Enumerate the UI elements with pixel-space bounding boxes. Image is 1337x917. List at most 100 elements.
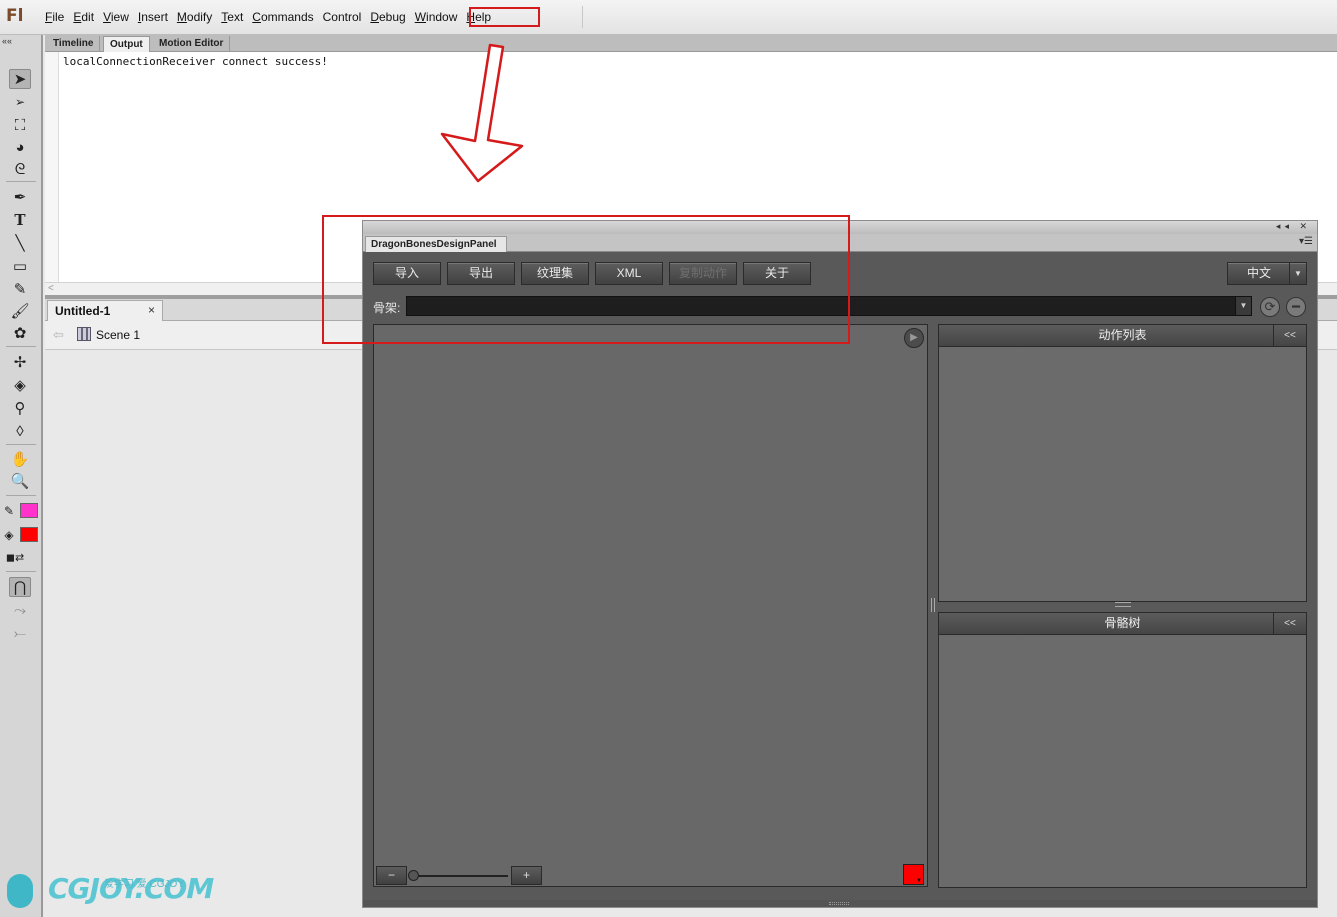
menu-window[interactable]: Window (414, 10, 465, 24)
menu-insert[interactable]: Insert (137, 10, 175, 24)
animation-list-panel: 动作列表 << (938, 324, 1307, 602)
swap-colors-icon[interactable]: ◼⇄ (4, 548, 26, 568)
3d-rotation-tool-icon[interactable]: ◕ (9, 137, 31, 157)
dropdown-arrow-icon[interactable]: ▼ (1235, 297, 1251, 315)
collapse-bone-tree-button[interactable]: << (1273, 613, 1306, 634)
menu-bar: Fl File Edit View Insert Modify Text Commands C… (0, 0, 1337, 35)
panel-resize-grip[interactable] (829, 902, 849, 905)
window-menu-highlight (469, 7, 540, 27)
menu-label: ommands (260, 10, 314, 24)
flash-logo: Fl (6, 6, 24, 26)
pen-tool-icon[interactable]: ✒ (9, 187, 31, 207)
zoom-in-button[interactable]: + (511, 866, 542, 885)
toolbar-divider (6, 181, 36, 182)
zoom-out-button[interactable]: − (376, 866, 407, 885)
tab-timeline[interactable]: Timeline (47, 36, 101, 52)
watermark-slogan: 爱学习 爱 CGJOY (104, 879, 185, 890)
dragonbones-body: 导入 导出 纹理集 XML 复制动作 关于 中文 ▼ 骨架: ▼ ⟳ ━ ▶ −… (363, 252, 1317, 900)
output-panel-tabs: Timeline Output Motion Editor (45, 35, 1337, 52)
menu-label: dit (81, 10, 95, 24)
horizontal-splitter-grip[interactable] (1115, 602, 1131, 607)
menu-accelerator: C (252, 10, 261, 24)
back-arrow-icon[interactable]: ⇦ (53, 327, 64, 343)
bone-tree-panel: 骨骼树 << (938, 612, 1307, 888)
stroke-color-swatch[interactable] (20, 503, 38, 518)
menu-accelerator: V (103, 10, 111, 24)
stroke-color-icon: ✎ (3, 504, 15, 518)
menu-view[interactable]: View (102, 10, 136, 24)
toolbar-divider (6, 444, 36, 445)
scene-clapper-icon (77, 327, 91, 341)
fill-color-icon: ◈ (4, 528, 14, 542)
menu-label: ext (227, 10, 244, 24)
eraser-tool-icon[interactable]: ◊ (9, 421, 31, 441)
close-icon[interactable]: × (148, 303, 155, 317)
menu-debug[interactable]: Debug (369, 10, 412, 24)
pencil-tool-icon[interactable]: ✎ (9, 279, 31, 299)
menu-edit[interactable]: Edit (72, 10, 101, 24)
splitter-grip[interactable] (931, 598, 935, 612)
animation-list-header: 动作列表 << (939, 325, 1306, 347)
snap-to-objects-icon[interactable]: ⋂ (9, 577, 31, 597)
hand-tool-icon[interactable]: ✋ (9, 449, 31, 469)
background-color-swatch[interactable]: ▼ (903, 864, 924, 885)
document-tab-title: Untitled-1 (55, 304, 111, 318)
menu-label: odify (186, 10, 213, 24)
collapse-animation-list-button[interactable]: << (1273, 325, 1306, 346)
remove-icon[interactable]: ━ (1286, 297, 1306, 317)
bone-tree-header: 骨骼树 << (939, 613, 1306, 635)
scene-label: Scene 1 (96, 328, 141, 342)
menu-accelerator: W (414, 10, 427, 24)
subselection-tool-icon[interactable]: ➢ (9, 92, 31, 112)
bone-tool-icon[interactable]: ✢ (9, 352, 31, 372)
line-tool-icon[interactable]: ╲ (9, 233, 31, 253)
zoom-slider-thumb[interactable] (408, 870, 419, 881)
menu-accelerator: M (176, 10, 187, 24)
tab-motion-editor[interactable]: Motion Editor (153, 36, 231, 52)
menu-text[interactable]: Text (220, 10, 250, 24)
menu-label: Control (322, 10, 362, 24)
vertical-splitter[interactable] (930, 324, 938, 887)
document-tab[interactable]: Untitled-1 × (47, 300, 163, 321)
zoom-tool-icon[interactable]: 🔍 (9, 471, 31, 491)
paint-bucket-tool-icon[interactable]: ◈ (9, 375, 31, 395)
menu-modify[interactable]: Modify (176, 10, 219, 24)
dropdown-arrow-icon[interactable]: ▼ (1289, 263, 1306, 284)
fill-color-swatch[interactable] (20, 527, 38, 542)
menu-label: ile (52, 10, 65, 24)
output-log-text: localConnectionReceiver connect success! (63, 55, 328, 68)
collapse-toolbar-button[interactable]: «« (2, 36, 12, 46)
language-dropdown[interactable]: 中文 ▼ (1227, 262, 1307, 285)
smooth-icon[interactable]: ⤳ (9, 600, 31, 620)
language-label: 中文 (1246, 266, 1271, 280)
eyedropper-tool-icon[interactable]: ⚲ (9, 398, 31, 418)
play-icon[interactable]: ▶ (904, 328, 924, 348)
selection-tool-icon[interactable]: ➤ (9, 69, 31, 89)
toolbar-divider (6, 495, 36, 496)
tab-output[interactable]: Output (103, 36, 150, 52)
menu-file[interactable]: File (44, 10, 71, 24)
armature-preview[interactable]: ▶ − + ▼ (373, 324, 928, 887)
straighten-icon[interactable]: ⤚ (9, 623, 31, 643)
output-gutter (45, 52, 58, 282)
animation-list-title: 动作列表 (1098, 328, 1147, 342)
text-tool-icon[interactable]: T (9, 210, 31, 230)
menu-accelerator: D (370, 10, 379, 24)
panel-window-buttons[interactable]: ◂◂ ✕ (1276, 221, 1311, 232)
menu-separator (582, 6, 583, 28)
bone-tree-title: 骨骼树 (1104, 616, 1141, 630)
rectangle-tool-icon[interactable]: ▭ (9, 256, 31, 276)
panel-menu-icon[interactable]: ▾☰ (1299, 236, 1313, 247)
menu-label: iew (110, 10, 129, 24)
scroll-left-icon[interactable]: < (48, 283, 54, 294)
brush-tool-icon[interactable]: 🖌 (9, 301, 31, 321)
deco-tool-icon[interactable]: ✿ (9, 323, 31, 343)
toolbar-divider (6, 346, 36, 347)
lasso-tool-icon[interactable]: ᘓ (9, 159, 31, 179)
menu-label: indow (426, 10, 458, 24)
refresh-icon[interactable]: ⟳ (1260, 297, 1280, 317)
menu-control[interactable]: Control (322, 10, 369, 24)
zoom-slider-track[interactable] (410, 875, 508, 877)
menu-commands[interactable]: Commands (251, 10, 320, 24)
free-transform-tool-icon[interactable]: ⛶ (9, 115, 31, 135)
